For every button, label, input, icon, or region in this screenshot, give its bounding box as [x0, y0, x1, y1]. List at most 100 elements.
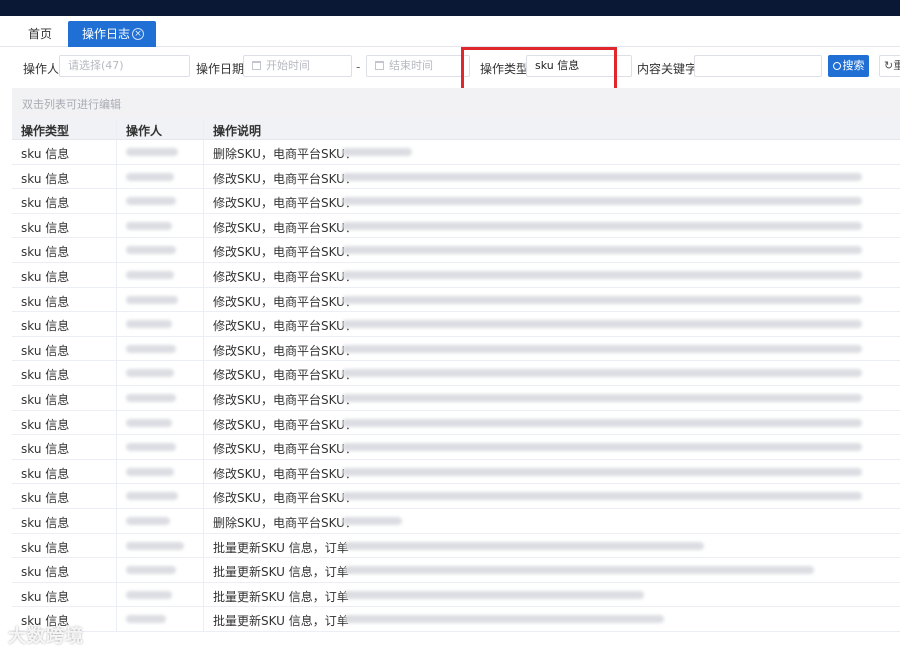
cell-operator-redacted — [126, 492, 178, 501]
cell-operation-type: sku 信息 — [21, 491, 70, 506]
close-icon[interactable]: × — [132, 28, 144, 40]
refresh-icon: ↻ — [884, 59, 894, 72]
table-body: sku 信息 删除SKU，电商平台SKU： sku 信息 修改SKU，电商平台SKU：… — [12, 140, 900, 632]
cell-description-redacted — [342, 443, 862, 452]
cell-description: 批量更新SKU 信息，订单 — [213, 565, 349, 580]
tab-home[interactable]: 首页 — [16, 21, 64, 47]
keyword-input[interactable] — [694, 55, 822, 77]
reset-button[interactable]: ↻重 — [879, 55, 900, 77]
header-operator: 操作人 — [126, 124, 163, 138]
calendar-icon — [252, 61, 261, 70]
cell-operation-type: sku 信息 — [21, 392, 70, 407]
end-date-input[interactable]: 结束时间 — [366, 55, 470, 77]
cell-description: 修改SKU，电商平台SKU： — [213, 220, 357, 235]
cell-description-redacted — [342, 467, 862, 476]
table-row[interactable]: sku 信息 修改SKU，电商平台SKU： — [12, 435, 900, 460]
cell-operator-redacted — [126, 418, 172, 427]
table-row[interactable]: sku 信息 修改SKU，电商平台SKU： — [12, 361, 900, 386]
cell-description-redacted — [342, 516, 402, 525]
cell-operation-type: sku 信息 — [21, 196, 70, 211]
cell-operator-redacted — [126, 344, 176, 353]
cell-description-redacted — [344, 615, 664, 624]
cell-description: 批量更新SKU 信息，订单 — [213, 614, 349, 629]
cell-description-redacted — [342, 270, 862, 279]
cell-operator-redacted — [126, 221, 172, 230]
cell-operator-redacted — [126, 270, 174, 279]
cell-operator-redacted — [126, 320, 172, 329]
cell-description-redacted — [342, 197, 862, 206]
table-row[interactable]: sku 信息 批量更新SKU 信息，订单 — [12, 533, 900, 559]
cell-operator-redacted — [126, 295, 178, 304]
table-row[interactable]: sku 信息 修改SKU，电商平台SKU： — [12, 312, 900, 337]
table-row[interactable]: sku 信息 修改SKU，电商平台SKU： — [12, 213, 900, 239]
table-row[interactable]: sku 信息 修改SKU，电商平台SKU： — [12, 262, 900, 288]
cell-description: 批量更新SKU 信息，订单 — [213, 589, 349, 604]
search-button[interactable]: 搜索 — [828, 55, 869, 77]
cell-operation-type: sku 信息 — [21, 245, 70, 260]
table-row[interactable]: sku 信息 修改SKU，电商平台SKU： — [12, 459, 900, 485]
cell-operation-type: sku 信息 — [21, 565, 70, 580]
cell-operation-type: sku 信息 — [21, 466, 70, 481]
tab-bar: 首页 操作日志 × — [0, 16, 900, 47]
cell-description: 修改SKU，电商平台SKU： — [213, 319, 357, 334]
cell-operator-redacted — [126, 197, 176, 206]
cell-description: 修改SKU，电商平台SKU： — [213, 417, 357, 432]
cell-operator-redacted — [126, 393, 176, 402]
cell-operation-type: sku 信息 — [21, 515, 70, 530]
cell-operator-redacted — [126, 590, 172, 599]
cell-operator-redacted — [126, 246, 176, 255]
table-row[interactable]: sku 信息 删除SKU，电商平台SKU： — [12, 140, 900, 165]
cell-description: 修改SKU，电商平台SKU： — [213, 269, 357, 284]
cell-description: 修改SKU，电商平台SKU： — [213, 392, 357, 407]
cell-description-redacted — [342, 295, 862, 304]
table-row[interactable]: sku 信息 批量更新SKU 信息，订单 — [12, 558, 900, 583]
search-button-label: 搜索 — [842, 59, 865, 72]
operator-select[interactable]: 请选择(47) — [59, 55, 190, 77]
cell-operation-type: sku 信息 — [21, 294, 70, 309]
cell-description: 删除SKU，电商平台SKU： — [213, 147, 357, 161]
cell-operation-type: sku 信息 — [21, 319, 70, 334]
cell-operation-type: sku 信息 — [21, 343, 70, 358]
keyword-label: 内容关键字 — [637, 62, 698, 76]
cell-description-redacted — [342, 418, 862, 427]
table-row[interactable]: sku 信息 删除SKU，电商平台SKU： — [12, 508, 900, 534]
date-separator: - — [356, 60, 361, 74]
cell-description-redacted — [344, 566, 814, 575]
tab-operation-log-label: 操作日志 — [82, 27, 131, 41]
start-date-input[interactable]: 开始时间 — [243, 55, 352, 77]
table-row[interactable]: sku 信息 批量更新SKU 信息，订单 — [12, 582, 900, 608]
start-date-placeholder: 开始时间 — [266, 59, 310, 72]
header-operation-type: 操作类型 — [21, 124, 70, 138]
cell-description-redacted — [342, 344, 862, 353]
cell-operation-type: sku 信息 — [21, 147, 70, 161]
end-date-placeholder: 结束时间 — [389, 59, 433, 72]
tab-operation-log[interactable]: 操作日志 × — [68, 21, 156, 47]
hint-area: 双击列表可进行编辑 — [12, 88, 900, 118]
operator-label: 操作人 — [23, 62, 60, 76]
cell-description: 修改SKU，电商平台SKU： — [213, 491, 357, 506]
table-row[interactable]: sku 信息 修改SKU，电商平台SKU： — [12, 336, 900, 362]
table-row[interactable]: sku 信息 修改SKU，电商平台SKU： — [12, 189, 900, 214]
table-row[interactable]: sku 信息 修改SKU，电商平台SKU： — [12, 238, 900, 263]
cell-operator-redacted — [126, 369, 174, 378]
table-row[interactable]: sku 信息 修改SKU，电商平台SKU： — [12, 164, 900, 190]
reset-button-label: 重 — [893, 59, 900, 72]
table-row[interactable]: sku 信息 修改SKU，电商平台SKU： — [12, 410, 900, 436]
cell-operation-type: sku 信息 — [21, 589, 70, 604]
table-row[interactable]: sku 信息 修改SKU，电商平台SKU： — [12, 287, 900, 313]
cell-description: 修改SKU，电商平台SKU： — [213, 343, 357, 358]
table-row[interactable]: sku 信息 修改SKU，电商平台SKU： — [12, 385, 900, 411]
cell-operation-type: sku 信息 — [21, 220, 70, 235]
cell-operator-redacted — [126, 615, 166, 624]
table-row[interactable]: sku 信息 修改SKU，电商平台SKU： — [12, 484, 900, 509]
cell-operator-redacted — [126, 541, 184, 550]
cell-operator-redacted — [126, 566, 176, 575]
cell-operation-type: sku 信息 — [21, 368, 70, 383]
top-bar — [0, 0, 900, 16]
cell-description: 批量更新SKU 信息，订单 — [213, 540, 349, 555]
cell-operator-redacted — [126, 467, 174, 476]
table-row[interactable]: sku 信息 批量更新SKU 信息，订单 — [12, 607, 900, 632]
edit-hint: 双击列表可进行编辑 — [22, 98, 121, 111]
cell-description-redacted — [342, 369, 862, 378]
cell-description: 修改SKU，电商平台SKU： — [213, 294, 357, 309]
